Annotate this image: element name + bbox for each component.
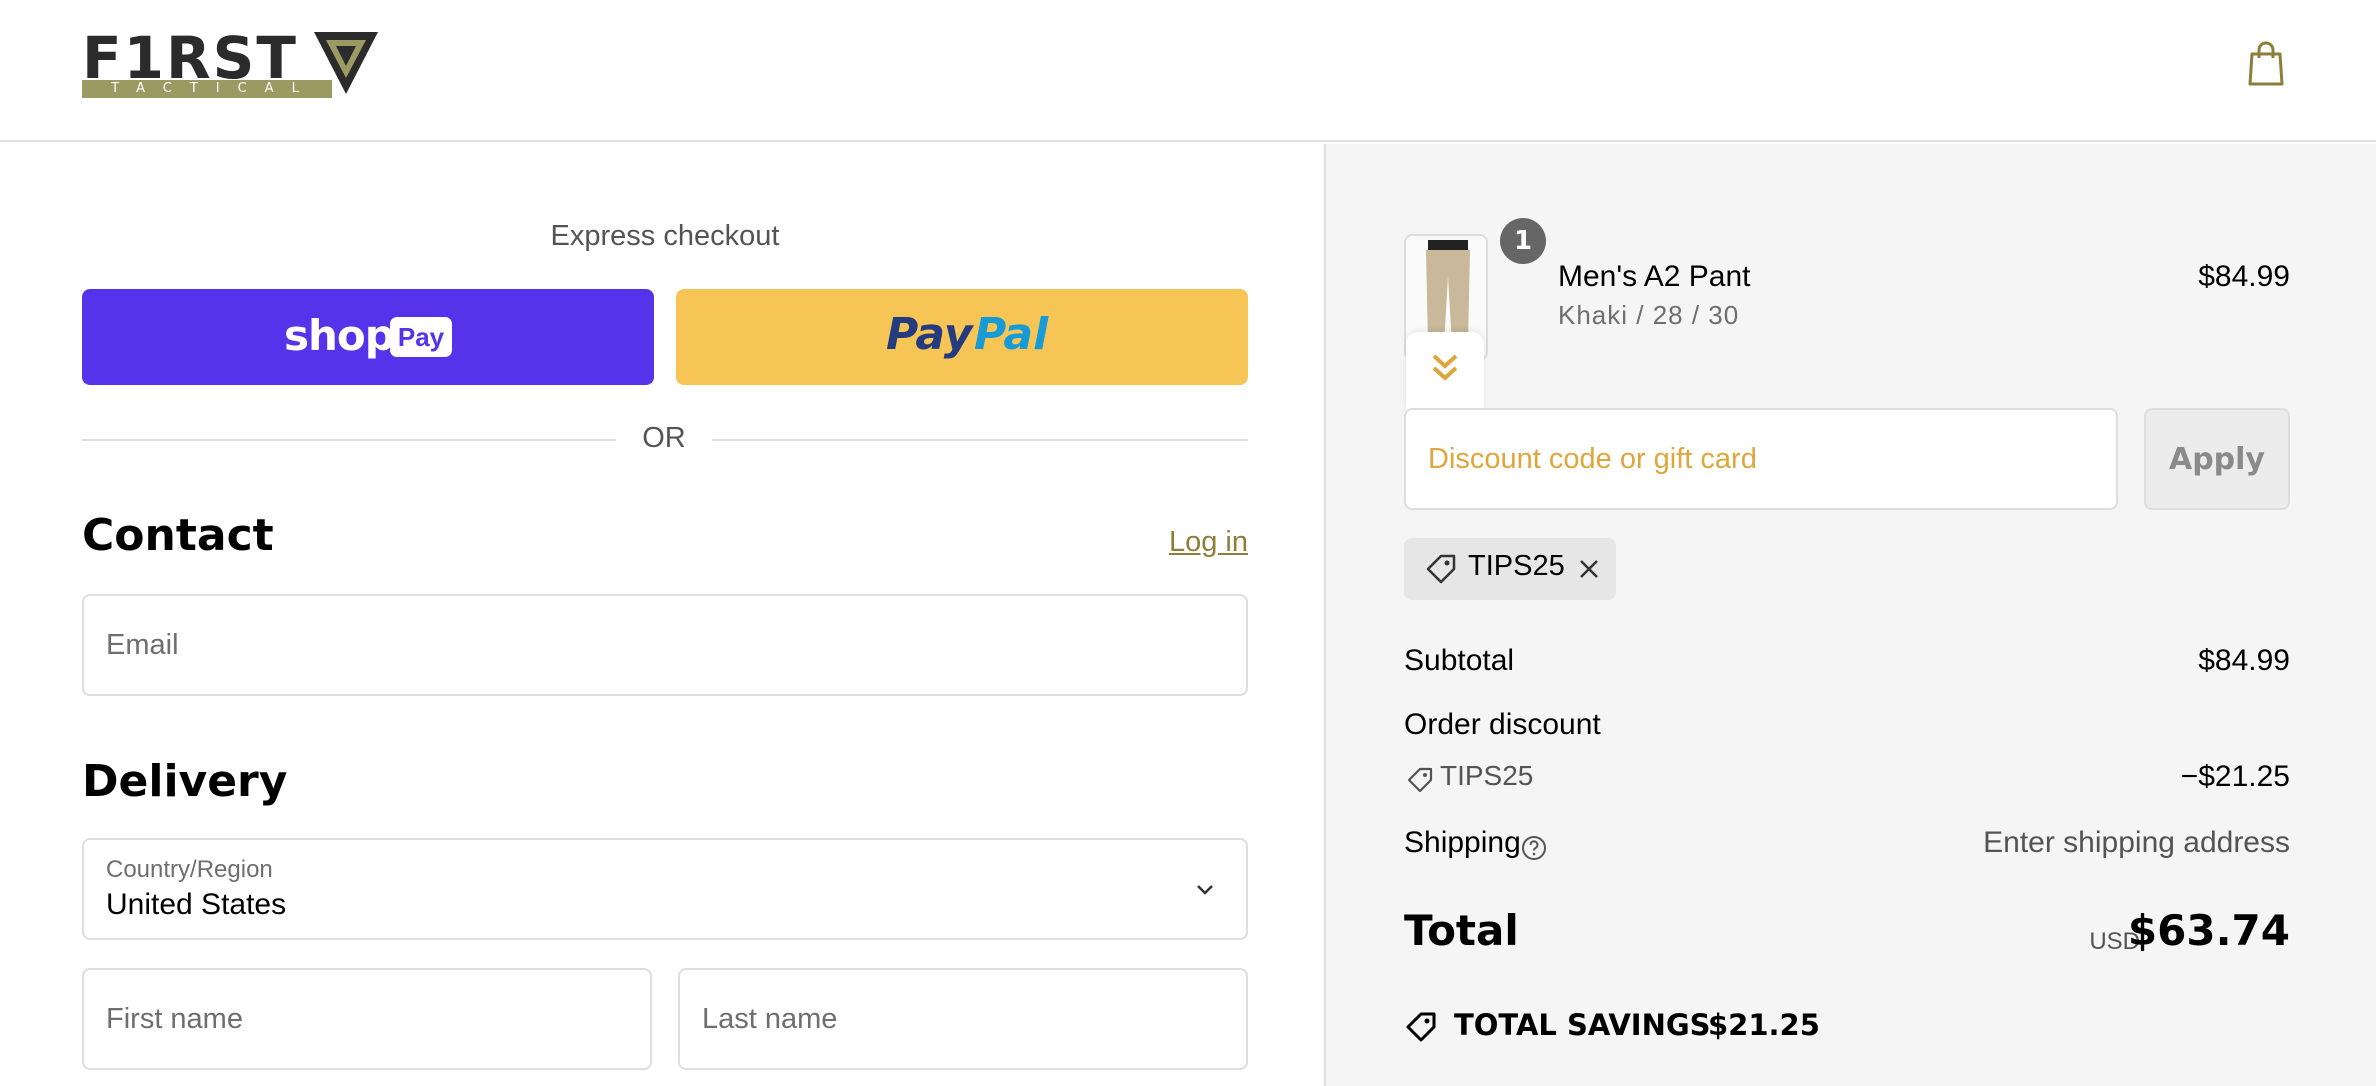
- brand-logo[interactable]: F1RST TACTICAL: [82, 28, 382, 100]
- double-chevron-down-icon: [1432, 354, 1458, 381]
- first-name-field[interactable]: [82, 968, 652, 1070]
- shopping-bag-icon[interactable]: [2244, 40, 2288, 88]
- checkout-form: Express checkout shop Pay Pay Pal OR Con…: [0, 144, 1324, 1086]
- contact-heading: Contact: [82, 510, 274, 561]
- order-discount-code: TIPS25: [1440, 760, 1534, 791]
- shipping-label: Shipping: [1404, 826, 1521, 859]
- order-discount-label: Order discount: [1404, 708, 1601, 741]
- paypal-wordmark-pal: Pal: [974, 309, 1049, 360]
- shop-pay-wordmark: shop: [284, 311, 395, 360]
- order-discount-value: −$21.25: [2180, 760, 2290, 793]
- tag-icon: [1426, 554, 1456, 584]
- paypal-button[interactable]: Pay Pal: [676, 289, 1248, 385]
- discount-tag-icon: [1407, 767, 1433, 793]
- total-label: Total: [1404, 906, 1519, 955]
- last-name-field[interactable]: [678, 968, 1248, 1070]
- shop-pay-button[interactable]: shop Pay: [82, 289, 654, 385]
- or-divider-label: OR: [642, 422, 686, 454]
- paypal-wordmark-pay: Pay: [886, 309, 973, 360]
- total-value: $63.74: [2127, 906, 2290, 955]
- savings-tag-icon: [1406, 1012, 1436, 1042]
- email-input[interactable]: [106, 596, 1224, 694]
- applied-discount-chip: TIPS25: [1404, 538, 1616, 600]
- item-variant: Khaki / 28 / 30: [1558, 300, 1740, 330]
- delivery-heading: Delivery: [82, 756, 288, 807]
- remove-discount-icon[interactable]: [1576, 556, 1602, 582]
- subtotal-label: Subtotal: [1404, 644, 1515, 677]
- logo-emblem-icon: [314, 32, 378, 94]
- last-name-input[interactable]: [702, 970, 1224, 1068]
- first-name-input[interactable]: [106, 970, 628, 1068]
- discount-code-field[interactable]: [1404, 408, 2118, 510]
- item-price: $84.99: [2198, 260, 2290, 293]
- express-checkout-title: Express checkout: [550, 220, 780, 252]
- subtotal-value: $84.99: [2198, 644, 2290, 677]
- country-value: United States: [106, 888, 287, 921]
- shop-pay-badge: Pay: [390, 317, 452, 357]
- scroll-more-button[interactable]: [1406, 332, 1484, 410]
- discount-code-input[interactable]: [1428, 410, 2098, 508]
- divider-left: [82, 439, 616, 441]
- apply-discount-button[interactable]: Apply: [2144, 408, 2290, 510]
- quantity-badge: 1: [1500, 218, 1546, 264]
- order-summary: 1 Men's A2 Pant Khaki / 28 / 30 $84.99 A…: [1324, 144, 2376, 1086]
- country-select[interactable]: Country/Region United States: [82, 838, 1248, 940]
- help-circle-icon[interactable]: [1520, 834, 1548, 862]
- shipping-value: Enter shipping address: [1983, 826, 2290, 859]
- site-header: F1RST TACTICAL: [0, 0, 2376, 142]
- divider-right: [712, 439, 1248, 441]
- country-label: Country/Region: [106, 856, 273, 883]
- logo-subtext: TACTICAL: [111, 81, 317, 96]
- item-name: Men's A2 Pant: [1558, 260, 1751, 293]
- logo-wordmark: F1RST: [82, 24, 298, 92]
- applied-code-label: TIPS25: [1468, 550, 1565, 582]
- total-savings-label: TOTAL SAVINGS: [1454, 1008, 1711, 1042]
- login-link[interactable]: Log in: [1150, 526, 1248, 559]
- email-field[interactable]: [82, 594, 1248, 696]
- chevron-down-icon: [1197, 885, 1213, 895]
- total-savings-value: $21.25: [1708, 1008, 1820, 1042]
